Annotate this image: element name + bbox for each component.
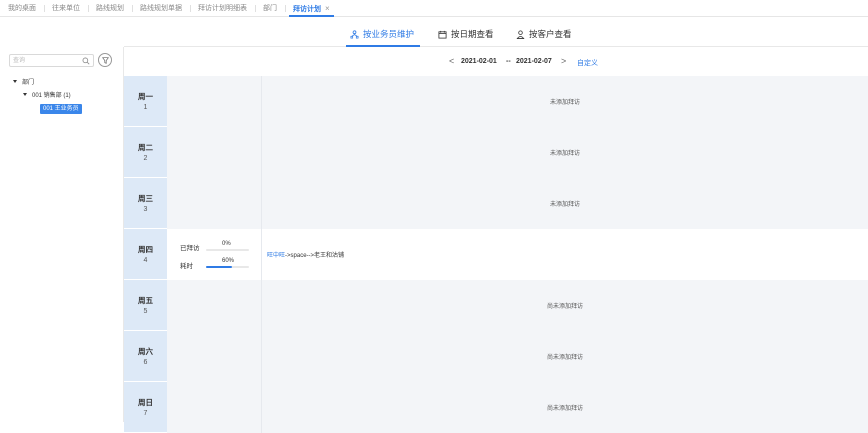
visited-percent: 0% — [222, 241, 231, 247]
day-name: 周日 — [138, 398, 153, 407]
day-label: 周二 2 — [124, 127, 167, 178]
day-row-sun: 周日 7 尚未添加拜访 — [124, 382, 868, 433]
time-progress-fill — [206, 266, 232, 268]
tree-node-department[interactable]: 部门 — [13, 77, 34, 86]
tab-by-customer-label: 按客户查看 — [529, 29, 572, 39]
date-range-bar: < 2021-02-01 -- 2021-02-07 > 自定义 — [124, 47, 868, 76]
empty-visit-text: 尚未添加拜访 — [546, 406, 583, 412]
time-label: 耗时 — [180, 263, 193, 270]
top-tab-bar: 我的桌面 往来单位 路线规划 路线规划单据 拜访计划明细表 部门 拜访计划 × — [0, 0, 868, 17]
time-progress-bar — [206, 266, 249, 268]
day-row-sat: 周六 6 尚未添加拜访 — [124, 331, 868, 382]
empty-visit-text: 未添加拜访 — [549, 202, 580, 208]
week-grid: 周一 1 未添加拜访 周二 2 未添加拜访 周三 3 未添加拜访 周四 4 已拜… — [124, 76, 868, 433]
day-stats — [167, 331, 262, 382]
team-icon — [350, 29, 359, 38]
day-number: 6 — [143, 359, 148, 366]
filter-button[interactable] — [98, 53, 112, 67]
tree-node-salesman[interactable]: 001 王业务员 — [40, 104, 82, 114]
day-stats — [167, 76, 262, 127]
close-icon[interactable]: × — [325, 4, 330, 13]
day-content[interactable]: 未添加拜访 — [262, 127, 868, 178]
day-stats — [167, 382, 262, 433]
day-stats — [167, 178, 262, 229]
day-number: 4 — [143, 257, 148, 264]
day-row-thu: 周四 4 已拜访 0% 耗时 60% 旺中旺->space-->老王和沽铺 — [124, 229, 868, 280]
day-label: 周三 3 — [124, 178, 167, 229]
day-content[interactable]: 未添加拜访 — [262, 76, 868, 127]
day-number: 7 — [143, 410, 148, 417]
next-week-button[interactable]: > — [561, 56, 566, 66]
tree-node-label: 001 销售部 (1) — [32, 93, 71, 99]
empty-visit-text: 尚未添加拜访 — [546, 304, 583, 310]
day-name: 周二 — [138, 143, 153, 152]
tab-route-planning[interactable]: 路线规划 — [88, 0, 132, 17]
day-name: 周六 — [138, 347, 153, 356]
day-stats: 已拜访 0% 耗时 60% — [167, 229, 262, 280]
day-content[interactable]: 未添加拜访 — [262, 178, 868, 229]
user-icon — [516, 29, 525, 39]
tab-by-customer[interactable]: 按客户查看 — [516, 28, 572, 40]
day-content[interactable]: 尚未添加拜访 — [262, 280, 868, 331]
tab-by-date[interactable]: 按日期查看 — [438, 28, 494, 40]
view-tabs: 按业务员维护 按日期查看 按客户查看 — [124, 18, 868, 47]
time-percent: 60% — [222, 258, 235, 264]
tab-route-planning-docs[interactable]: 路线规划单据 — [132, 0, 190, 17]
tree-node-sales-dept[interactable]: 001 销售部 (1) — [23, 90, 71, 99]
visit-route: 旺中旺->space-->老王和沽铺 — [267, 250, 344, 259]
end-date: 2021-02-07 — [516, 58, 552, 65]
day-row-fri: 周五 5 尚未添加拜访 — [124, 280, 868, 331]
tab-by-salesman[interactable]: 按业务员维护 — [350, 28, 414, 40]
day-name: 周三 — [138, 194, 153, 203]
tab-by-salesman-label: 按业务员维护 — [363, 29, 415, 39]
prev-week-button[interactable]: < — [449, 56, 454, 66]
day-row-mon: 周一 1 未添加拜访 — [124, 76, 868, 127]
empty-visit-text: 尚未添加拜访 — [546, 355, 583, 361]
visit-route-rest: ->space-->老王和沽铺 — [285, 253, 345, 259]
day-number: 1 — [143, 104, 148, 111]
tab-partners[interactable]: 往来单位 — [44, 0, 88, 17]
customer-link[interactable]: 旺中旺 — [267, 253, 285, 259]
day-label: 周六 6 — [124, 331, 167, 382]
day-row-wed: 周三 3 未添加拜访 — [124, 178, 868, 229]
empty-visit-text: 未添加拜访 — [549, 151, 580, 157]
start-date: 2021-02-01 — [461, 58, 497, 65]
custom-range-link[interactable]: 自定义 — [577, 58, 598, 68]
caret-down-icon[interactable] — [23, 93, 27, 96]
day-stats — [167, 127, 262, 178]
tree-node-label: 部门 — [22, 80, 35, 86]
caret-down-icon[interactable] — [13, 80, 17, 83]
visited-label: 已拜访 — [180, 245, 200, 252]
empty-visit-text: 未添加拜访 — [549, 100, 580, 106]
day-name: 周四 — [138, 245, 153, 254]
day-label: 周一 1 — [124, 76, 167, 127]
tab-by-date-label: 按日期查看 — [451, 29, 494, 39]
tab-visit-plan-detail[interactable]: 拜访计划明细表 — [190, 0, 255, 17]
day-row-tue: 周二 2 未添加拜访 — [124, 127, 868, 178]
day-label: 周日 7 — [124, 382, 167, 433]
visited-progress-bar — [206, 249, 249, 251]
search-box — [9, 54, 94, 67]
tab-my-desktop[interactable]: 我的桌面 — [0, 0, 44, 17]
day-label: 周五 5 — [124, 280, 167, 331]
date-separator: -- — [506, 58, 511, 65]
tab-visit-plan-label: 拜访计划 — [293, 5, 321, 13]
day-number: 3 — [143, 206, 148, 213]
day-number: 5 — [143, 308, 148, 315]
day-number: 2 — [143, 155, 148, 162]
day-name: 周一 — [138, 92, 153, 101]
day-content[interactable]: 尚未添加拜访 — [262, 331, 868, 382]
tab-department[interactable]: 部门 — [255, 0, 285, 17]
day-stats — [167, 280, 262, 331]
day-content[interactable]: 旺中旺->space-->老王和沽铺 — [262, 229, 868, 280]
search-icon[interactable] — [82, 57, 90, 65]
search-input[interactable] — [13, 55, 81, 66]
day-content[interactable]: 尚未添加拜访 — [262, 382, 868, 433]
day-name: 周五 — [138, 296, 153, 305]
filter-icon — [101, 56, 109, 64]
calendar-icon — [438, 30, 447, 39]
day-label: 周四 4 — [124, 229, 167, 280]
tab-visit-plan[interactable]: 拜访计划 × — [285, 0, 338, 17]
sidebar: 部门 001 销售部 (1) 001 王业务员 — [0, 47, 124, 422]
